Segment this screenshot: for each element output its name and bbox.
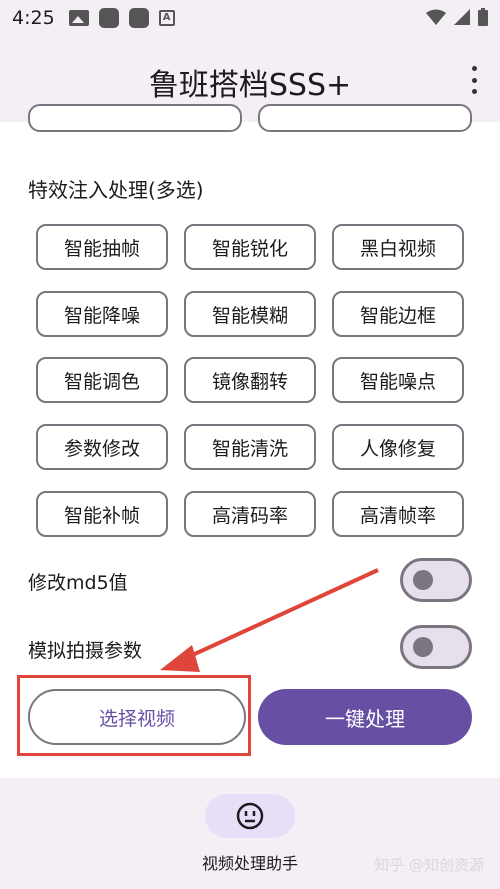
effect-chip[interactable]: 镜像翻转 [184, 357, 316, 403]
switch-knob [413, 570, 433, 590]
battery-icon [478, 8, 488, 26]
app-square-icon [128, 8, 149, 28]
effect-chip[interactable]: 智能调色 [36, 357, 168, 403]
effect-chip[interactable]: 智能清洗 [184, 424, 316, 470]
effect-chip[interactable]: 智能模糊 [184, 291, 316, 337]
effect-chip[interactable]: 黑白视频 [332, 224, 464, 270]
watermark: 知乎 @知创资源 [374, 856, 484, 874]
app-square-icon [98, 8, 119, 28]
effect-chip[interactable]: 智能降噪 [36, 291, 168, 337]
switch-knob [413, 637, 433, 657]
effect-chip[interactable]: 高清码率 [184, 491, 316, 537]
effect-chip[interactable]: 参数修改 [36, 424, 168, 470]
shoot-params-switch-label: 模拟拍摄参数 [28, 640, 143, 662]
effect-chip[interactable]: 智能锐化 [184, 224, 316, 270]
clipped-option-button[interactable] [28, 104, 242, 132]
notification-icons: A [68, 8, 175, 28]
effect-chip[interactable]: 智能补帧 [36, 491, 168, 537]
one-click-process-button[interactable]: 一键处理 [258, 689, 472, 745]
annotation-highlight-box [17, 675, 251, 756]
signal-icon [454, 9, 470, 25]
md5-switch[interactable] [400, 558, 472, 602]
image-icon [68, 10, 89, 26]
effect-chip[interactable]: 智能噪点 [332, 357, 464, 403]
face-icon [236, 802, 264, 830]
clipped-option-button[interactable] [258, 104, 472, 132]
effects-section-title: 特效注入处理(多选) [28, 178, 204, 202]
wifi-icon [426, 9, 446, 25]
md5-switch-label: 修改md5值 [28, 572, 128, 594]
more-vert-icon[interactable] [468, 66, 480, 94]
font-a-icon: A [158, 10, 175, 26]
effect-chip[interactable]: 智能边框 [332, 291, 464, 337]
page-title: 鲁班搭档SSS+ [148, 68, 352, 103]
effect-chip[interactable]: 高清帧率 [332, 491, 464, 537]
effect-chip[interactable]: 智能抽帧 [36, 224, 168, 270]
status-bar: 4:25 A [0, 0, 500, 36]
system-icons [426, 8, 488, 26]
shoot-params-switch[interactable] [400, 625, 472, 669]
status-time: 4:25 [12, 7, 55, 29]
effect-chip[interactable]: 人像修复 [332, 424, 464, 470]
nav-item-video-assistant[interactable] [205, 794, 295, 838]
